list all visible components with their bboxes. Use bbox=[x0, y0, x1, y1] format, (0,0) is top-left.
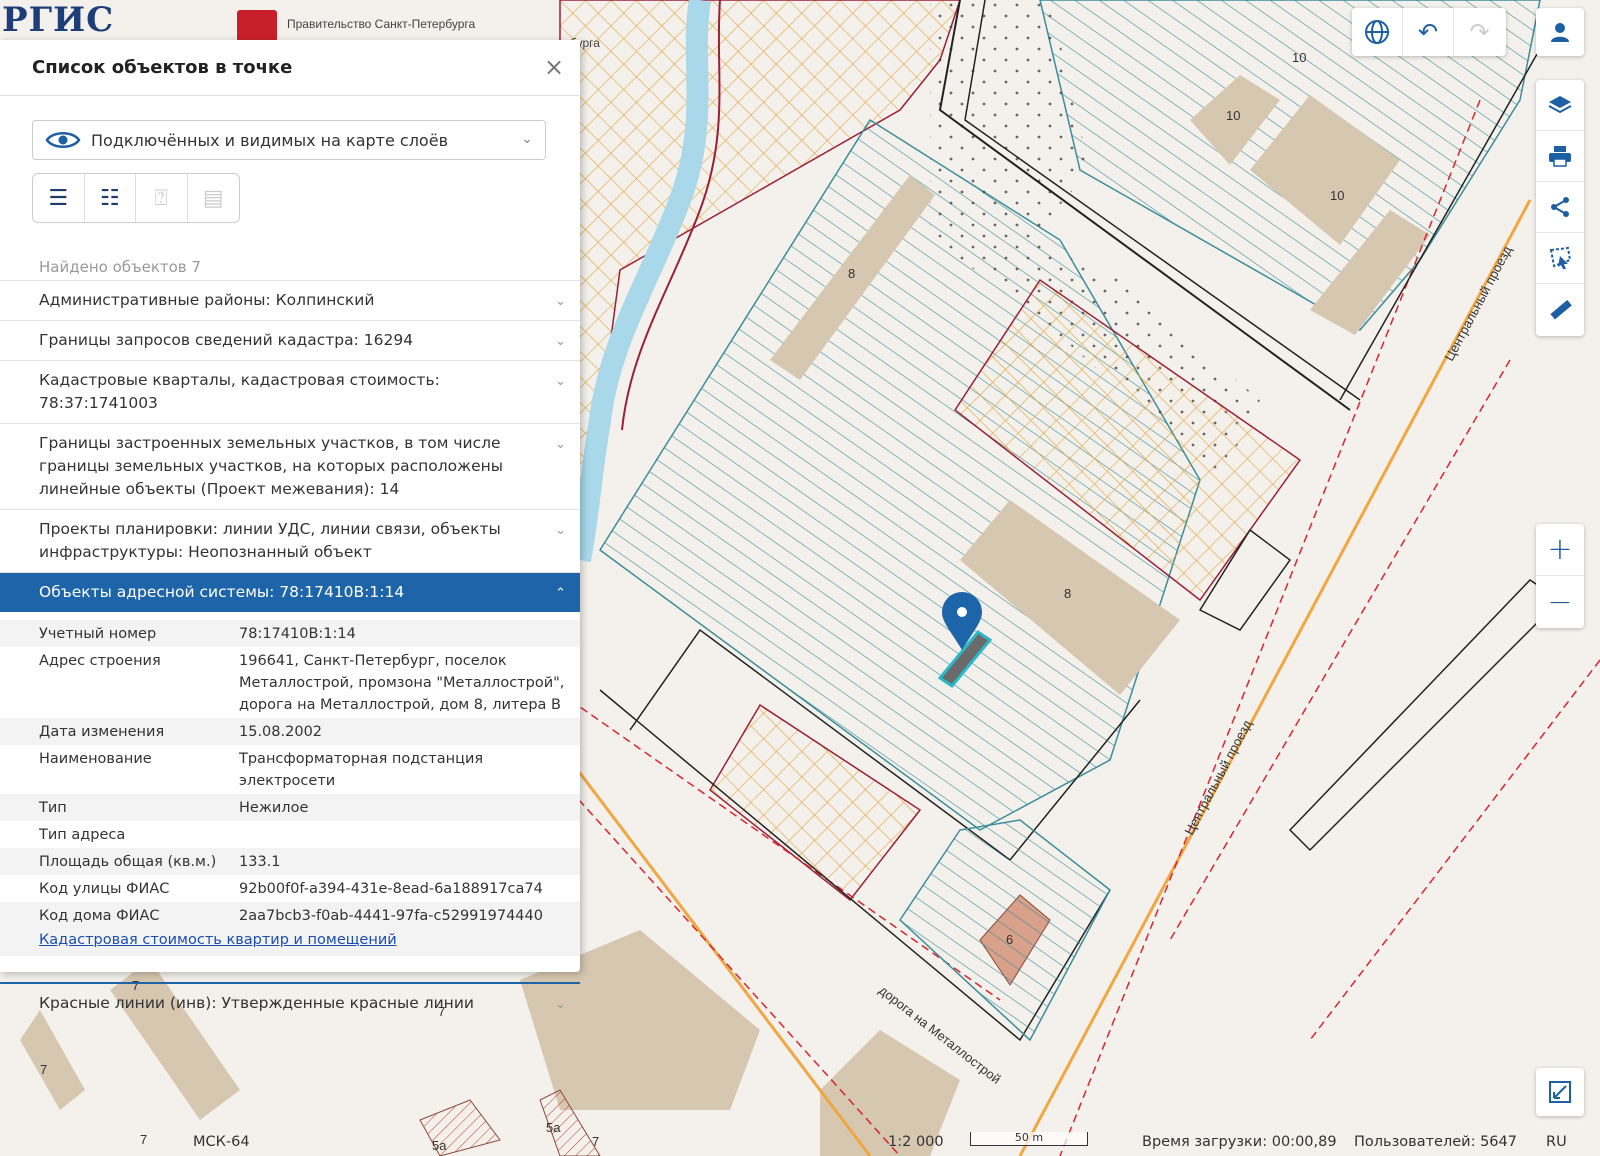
print-icon[interactable] bbox=[1536, 131, 1584, 182]
zoom-out-icon[interactable]: − bbox=[1536, 576, 1584, 628]
chevron-down-icon: ⌄ bbox=[555, 374, 566, 389]
detail-key: Учетный номер bbox=[39, 626, 157, 642]
detail-row: Площадь общая (кв.м.) 133.1 bbox=[0, 848, 580, 875]
ruler-icon[interactable] bbox=[1536, 284, 1584, 335]
detail-row: Код дома ФИАС 2aa7bcb3-f0ab-4441-97fa-c52… bbox=[0, 902, 580, 929]
detail-row: Дата изменения 15.08.2002 bbox=[0, 718, 580, 745]
question-doc-icon[interactable]: ⍰ bbox=[136, 174, 188, 222]
layer-select-value: Подключённых и видимых на карте слоёв bbox=[91, 130, 448, 150]
found-count: Найдено объектов 7 bbox=[39, 258, 201, 276]
map-label-number: 10 bbox=[1330, 188, 1344, 203]
chevron-down-icon: ⌄ bbox=[555, 523, 566, 538]
map-label-number: 10 bbox=[1226, 108, 1240, 123]
rgis-logo[interactable]: РГИС bbox=[2, 0, 114, 40]
map-label-number: 6 bbox=[1006, 932, 1013, 947]
detail-key: Тип bbox=[39, 800, 67, 816]
top-toolbar: ↶ ↷ bbox=[1352, 8, 1506, 56]
chevron-down-icon: ⌄ bbox=[555, 294, 566, 309]
status-bar: МСК-64 1:2 000 50 m Время загрузки: 00:0… bbox=[0, 1130, 1600, 1156]
zoom-in-icon[interactable]: + bbox=[1536, 524, 1584, 576]
list-item-label: Границы запросов сведений кадастра: 1629… bbox=[39, 331, 414, 349]
view-mode-toolbar: ☰ ☷ ⍰ ▤ bbox=[32, 173, 240, 223]
layers-icon[interactable] bbox=[1536, 80, 1584, 131]
detail-row: Код улицы ФИАС 92b00f0f-a394-431e-8ead-6a… bbox=[0, 875, 580, 902]
detail-key: Дата изменения bbox=[39, 724, 165, 740]
chevron-down-icon: ⌄ bbox=[555, 997, 566, 1012]
map-label-number: 8 bbox=[848, 266, 855, 281]
users-count: Пользователей: 5647 bbox=[1354, 1134, 1517, 1150]
detail-value: 133.1 bbox=[239, 854, 281, 870]
chevron-down-icon: ⌄ bbox=[555, 334, 566, 349]
list-item-label: Проекты планировки: линии УДС, линии свя… bbox=[39, 520, 501, 561]
panel-title: Список объектов в точке bbox=[32, 57, 293, 78]
divider bbox=[0, 956, 580, 984]
layer-select[interactable]: Подключённых и видимых на карте слоёв ⌄ bbox=[32, 120, 546, 160]
right-toolbar bbox=[1536, 80, 1584, 336]
eye-icon bbox=[45, 129, 81, 151]
list-item-label: Кадастровые кварталы, кадастровая стоимо… bbox=[39, 371, 440, 412]
list-item-label: Красные линии (инв): Утвержденные красны… bbox=[39, 994, 474, 1012]
list-item[interactable]: Проекты планировки: линии УДС, линии свя… bbox=[0, 509, 580, 572]
cadastral-cost-link[interactable]: Кадастровая стоимость квартир и помещени… bbox=[0, 929, 580, 956]
map-label-number: 7 bbox=[40, 1062, 47, 1077]
detail-value: Нежилое bbox=[239, 800, 309, 816]
list-item[interactable]: Красные линии (инв): Утвержденные красны… bbox=[0, 984, 580, 1023]
scale-bar: 50 m bbox=[970, 1132, 1088, 1146]
select-area-icon[interactable] bbox=[1536, 233, 1584, 284]
close-icon[interactable]: × bbox=[542, 55, 566, 80]
panel-header: Список объектов в точке × bbox=[0, 40, 580, 96]
list-item[interactable]: Границы запросов сведений кадастра: 1629… bbox=[0, 320, 580, 360]
undo-icon[interactable]: ↶ bbox=[1403, 8, 1454, 56]
detail-key: Тип адреса bbox=[39, 827, 126, 843]
detail-key: Наименование bbox=[39, 751, 152, 767]
detail-value: 2aa7bcb3-f0ab-4441-97fa-c52991974440 bbox=[239, 908, 543, 924]
redo-icon[interactable]: ↷ bbox=[1454, 8, 1505, 56]
detail-key: Адрес строения bbox=[39, 653, 161, 669]
language-select[interactable]: RU bbox=[1546, 1134, 1567, 1150]
chevron-down-icon: ⌄ bbox=[555, 437, 566, 452]
list-tree-icon[interactable]: ☷ bbox=[85, 174, 136, 222]
list-item-label: Объекты адресной системы: 78:17410В:1:14 bbox=[39, 583, 405, 601]
detail-value: 92b00f0f-a394-431e-8ead-6a188917ca74 bbox=[239, 881, 543, 897]
list-item[interactable]: Административные районы: Колпинский ⌄ bbox=[0, 280, 580, 320]
detail-value: Трансформаторная подстанция электросети bbox=[239, 751, 484, 789]
document-icon[interactable]: ▤ bbox=[188, 174, 240, 222]
gov-title: Правительство Санкт-Петербурга bbox=[287, 17, 476, 31]
scale-value: 1:2 000 bbox=[888, 1134, 944, 1150]
crs-select[interactable]: МСК-64 bbox=[193, 1134, 250, 1150]
objects-list: Административные районы: Колпинский ⌄ Гра… bbox=[0, 280, 580, 1023]
map-label-number: 10 bbox=[1292, 50, 1306, 65]
user-icon[interactable] bbox=[1536, 8, 1584, 56]
list-item-label: Границы застроенных земельных участков, … bbox=[39, 434, 503, 498]
detail-row: Наименование Трансформаторная подстанция … bbox=[0, 745, 580, 794]
detail-key: Код улицы ФИАС bbox=[39, 881, 170, 897]
detail-value: 78:17410В:1:14 bbox=[239, 626, 356, 642]
detail-row: Тип Нежилое bbox=[0, 794, 580, 821]
chevron-up-icon: ⌃ bbox=[555, 586, 566, 601]
detail-row: Тип адреса bbox=[0, 821, 580, 848]
globe-icon[interactable] bbox=[1352, 8, 1403, 56]
zoom-control: + − bbox=[1536, 524, 1584, 628]
spb-emblem-icon bbox=[237, 10, 277, 42]
detail-row: Учетный номер 78:17410В:1:14 bbox=[0, 620, 580, 647]
list-item-label: Административные районы: Колпинский bbox=[39, 291, 375, 309]
share-icon[interactable] bbox=[1536, 182, 1584, 233]
load-time: Время загрузки: 00:00,89 bbox=[1142, 1134, 1337, 1150]
list-location-icon[interactable]: ☰ bbox=[33, 174, 85, 222]
detail-key: Код дома ФИАС bbox=[39, 908, 160, 924]
detail-value: 15.08.2002 bbox=[239, 724, 323, 740]
detail-value bbox=[239, 824, 569, 846]
list-item[interactable]: Границы застроенных земельных участков, … bbox=[0, 423, 580, 509]
object-details: Учетный номер 78:17410В:1:14 Адрес строен… bbox=[0, 612, 580, 984]
list-item[interactable]: Кадастровые кварталы, кадастровая стоимо… bbox=[0, 360, 580, 423]
list-item-active[interactable]: Объекты адресной системы: 78:17410В:1:14… bbox=[0, 572, 580, 612]
chevron-down-icon: ⌄ bbox=[521, 131, 533, 147]
detail-row: Адрес строения 196641, Санкт-Петербург, п… bbox=[0, 647, 580, 718]
objects-at-point-panel: Список объектов в точке × Подключённых и… bbox=[0, 40, 580, 1012]
detail-key: Площадь общая (кв.м.) bbox=[39, 854, 217, 870]
map-label-number: 8 bbox=[1064, 586, 1071, 601]
detail-value: 196641, Санкт-Петербург, поселок Металло… bbox=[239, 653, 565, 713]
fullscreen-icon[interactable] bbox=[1536, 1068, 1584, 1116]
